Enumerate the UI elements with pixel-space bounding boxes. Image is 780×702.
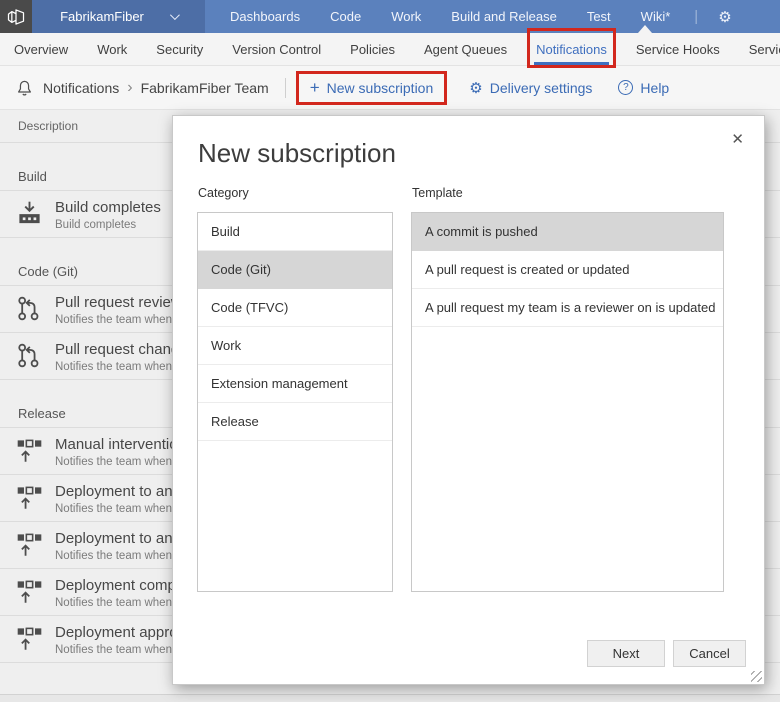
bell-icon [16,79,33,97]
new-subscription-dialog: ✕ New subscription Category Template Bui… [172,115,765,685]
notifications-toolbar: Notifications › FabrikamFiber Team + New… [0,66,780,110]
release-icon [16,437,43,464]
breadcrumb-team[interactable]: FabrikamFiber Team [141,80,269,96]
topnav-item-code[interactable]: Code [330,9,361,24]
tab-notifications[interactable]: Notifications [534,33,609,66]
admin-tabs-bar: Overview Work Security Version Control Polic… [0,33,780,66]
delivery-settings-label: Delivery settings [489,79,593,96]
tab-work[interactable]: Work [97,33,127,66]
tab-policies[interactable]: Policies [350,33,395,66]
new-subscription-label: New subscription [326,79,434,96]
resize-grip[interactable] [751,671,762,682]
close-icon[interactable]: ✕ [727,126,748,152]
category-item[interactable]: Extension management [198,365,392,403]
delivery-settings-button[interactable]: ⚙ Delivery settings [469,79,592,97]
release-icon [16,625,43,652]
tab-agent-queues[interactable]: Agent Queues [424,33,507,66]
pull-request-icon [16,342,43,369]
top-nav-items: Dashboards Code Work Build and Release Test W… [205,0,670,33]
release-icon [16,578,43,605]
project-name: FabrikamFiber [60,9,144,24]
chevron-down-icon [169,10,180,21]
gear-icon: ⚙ [469,79,483,97]
bottom-scrollbar-strip[interactable] [0,694,780,702]
new-subscription-button[interactable]: + New subscription [300,75,444,101]
topnav-item-work[interactable]: Work [391,9,421,24]
help-button[interactable]: ? Help [618,80,669,96]
plus-icon: + [309,77,320,97]
topnav-separator: | [694,8,699,25]
tab-version-control[interactable]: Version Control [232,33,321,66]
settings-caret-pointer [638,25,652,33]
category-item[interactable]: Code (TFVC) [198,289,392,327]
vsts-logo-icon [6,7,26,27]
template-list: A commit is pushed A pull request is crea… [411,212,724,592]
next-button[interactable]: Next [587,640,665,667]
top-navigation-bar: FabrikamFiber Dashboards Code Work Build an… [0,0,780,33]
category-item[interactable]: Release [198,403,392,441]
build-icon [16,200,43,227]
template-label: Template [412,186,463,200]
breadcrumb-notifications[interactable]: Notifications [43,80,119,96]
project-selector[interactable]: FabrikamFiber [32,0,205,33]
template-item[interactable]: A pull request my team is a reviewer on … [412,289,723,327]
dialog-title: New subscription [198,138,396,168]
app-window: FabrikamFiber Dashboards Code Work Build an… [0,0,780,702]
topnav-item-dashboards[interactable]: Dashboards [230,9,300,24]
toolbar-divider [284,77,286,98]
help-icon: ? [618,80,634,95]
tab-security[interactable]: Security [156,33,203,66]
category-list: Build Code (Git) Code (TFVC) Work Extension … [197,212,393,592]
category-label: Category [198,186,249,200]
topnav-item-build-and-release[interactable]: Build and Release [451,9,557,24]
admin-gear-icon[interactable]: ⚙ [718,8,731,26]
release-icon [16,484,43,511]
category-item[interactable]: Build [198,213,392,251]
pull-request-icon [16,295,43,322]
category-item[interactable]: Work [198,327,392,365]
release-icon [16,531,43,558]
cancel-button[interactable]: Cancel [673,640,746,667]
tab-overview[interactable]: Overview [14,33,68,66]
topnav-item-test[interactable]: Test [587,9,611,24]
category-item[interactable]: Code (Git) [198,251,392,289]
vsts-home-button[interactable] [0,0,32,33]
topnav-item-wiki-[interactable]: Wiki* [641,9,671,24]
template-item[interactable]: A commit is pushed [412,213,723,251]
breadcrumb-separator-icon: › [127,78,133,96]
help-label: Help [640,79,670,96]
template-item[interactable]: A pull request is created or updated [412,251,723,289]
tab-service-hooks[interactable]: Service Hooks [636,33,720,66]
tab-services[interactable]: Services [749,33,780,66]
